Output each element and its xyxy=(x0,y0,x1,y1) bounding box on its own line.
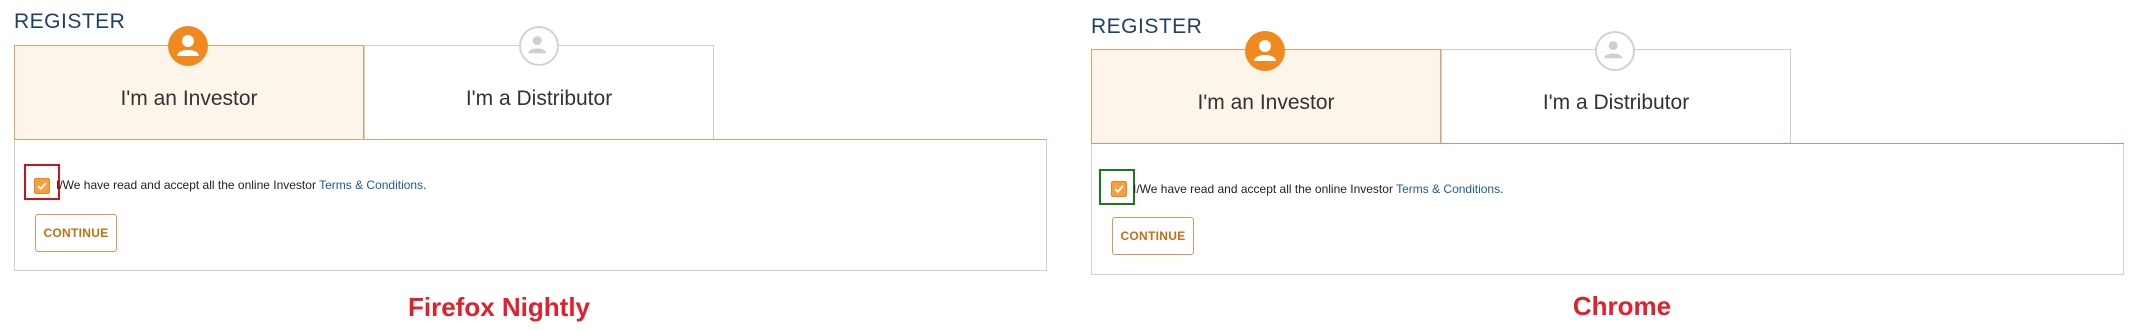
register-title: REGISTER xyxy=(14,10,126,33)
continue-button[interactable]: CONTINUE xyxy=(1112,217,1194,255)
tab-investor-label: I'm an Investor xyxy=(1197,90,1335,114)
distributor-user-icon xyxy=(1595,31,1635,71)
terms-suffix: . xyxy=(1500,182,1504,196)
terms-prefix: I/We have read and accept all the online… xyxy=(1133,182,1397,196)
terms-suffix: . xyxy=(423,178,427,192)
browser-caption: Chrome xyxy=(1572,291,1672,321)
terms-link[interactable]: Terms & Conditions xyxy=(319,178,423,192)
terms-text: I/We have read and accept all the online… xyxy=(56,178,426,192)
tab-distributor-label: I'm a Distributor xyxy=(1542,90,1690,114)
terms-link[interactable]: Terms & Conditions xyxy=(1396,182,1500,196)
terms-prefix: I/We have read and accept all the online… xyxy=(56,178,320,192)
tab-distributor-label: I'm a Distributor xyxy=(465,86,613,110)
box-top-border xyxy=(1091,143,2124,144)
terms-checkbox[interactable] xyxy=(34,178,50,194)
terms-box xyxy=(14,139,1047,271)
distributor-user-icon xyxy=(519,26,559,66)
chrome-panel: REGISTER I'm an Investor I'm a Distribut… xyxy=(1091,0,2136,330)
firefox-panel: REGISTER I'm an Investor I'm a Distribut… xyxy=(14,0,1064,330)
box-top-border xyxy=(14,139,1047,140)
register-title: REGISTER xyxy=(1091,15,1203,38)
browser-caption: Firefox Nightly xyxy=(407,292,590,322)
tab-investor-label: I'm an Investor xyxy=(120,86,258,110)
investor-user-icon xyxy=(168,26,208,66)
terms-text: I/We have read and accept all the online… xyxy=(1133,182,1503,196)
terms-checkbox[interactable] xyxy=(1111,181,1127,197)
investor-user-icon xyxy=(1245,31,1285,71)
terms-box xyxy=(1091,143,2124,275)
continue-button[interactable]: CONTINUE xyxy=(35,214,117,252)
